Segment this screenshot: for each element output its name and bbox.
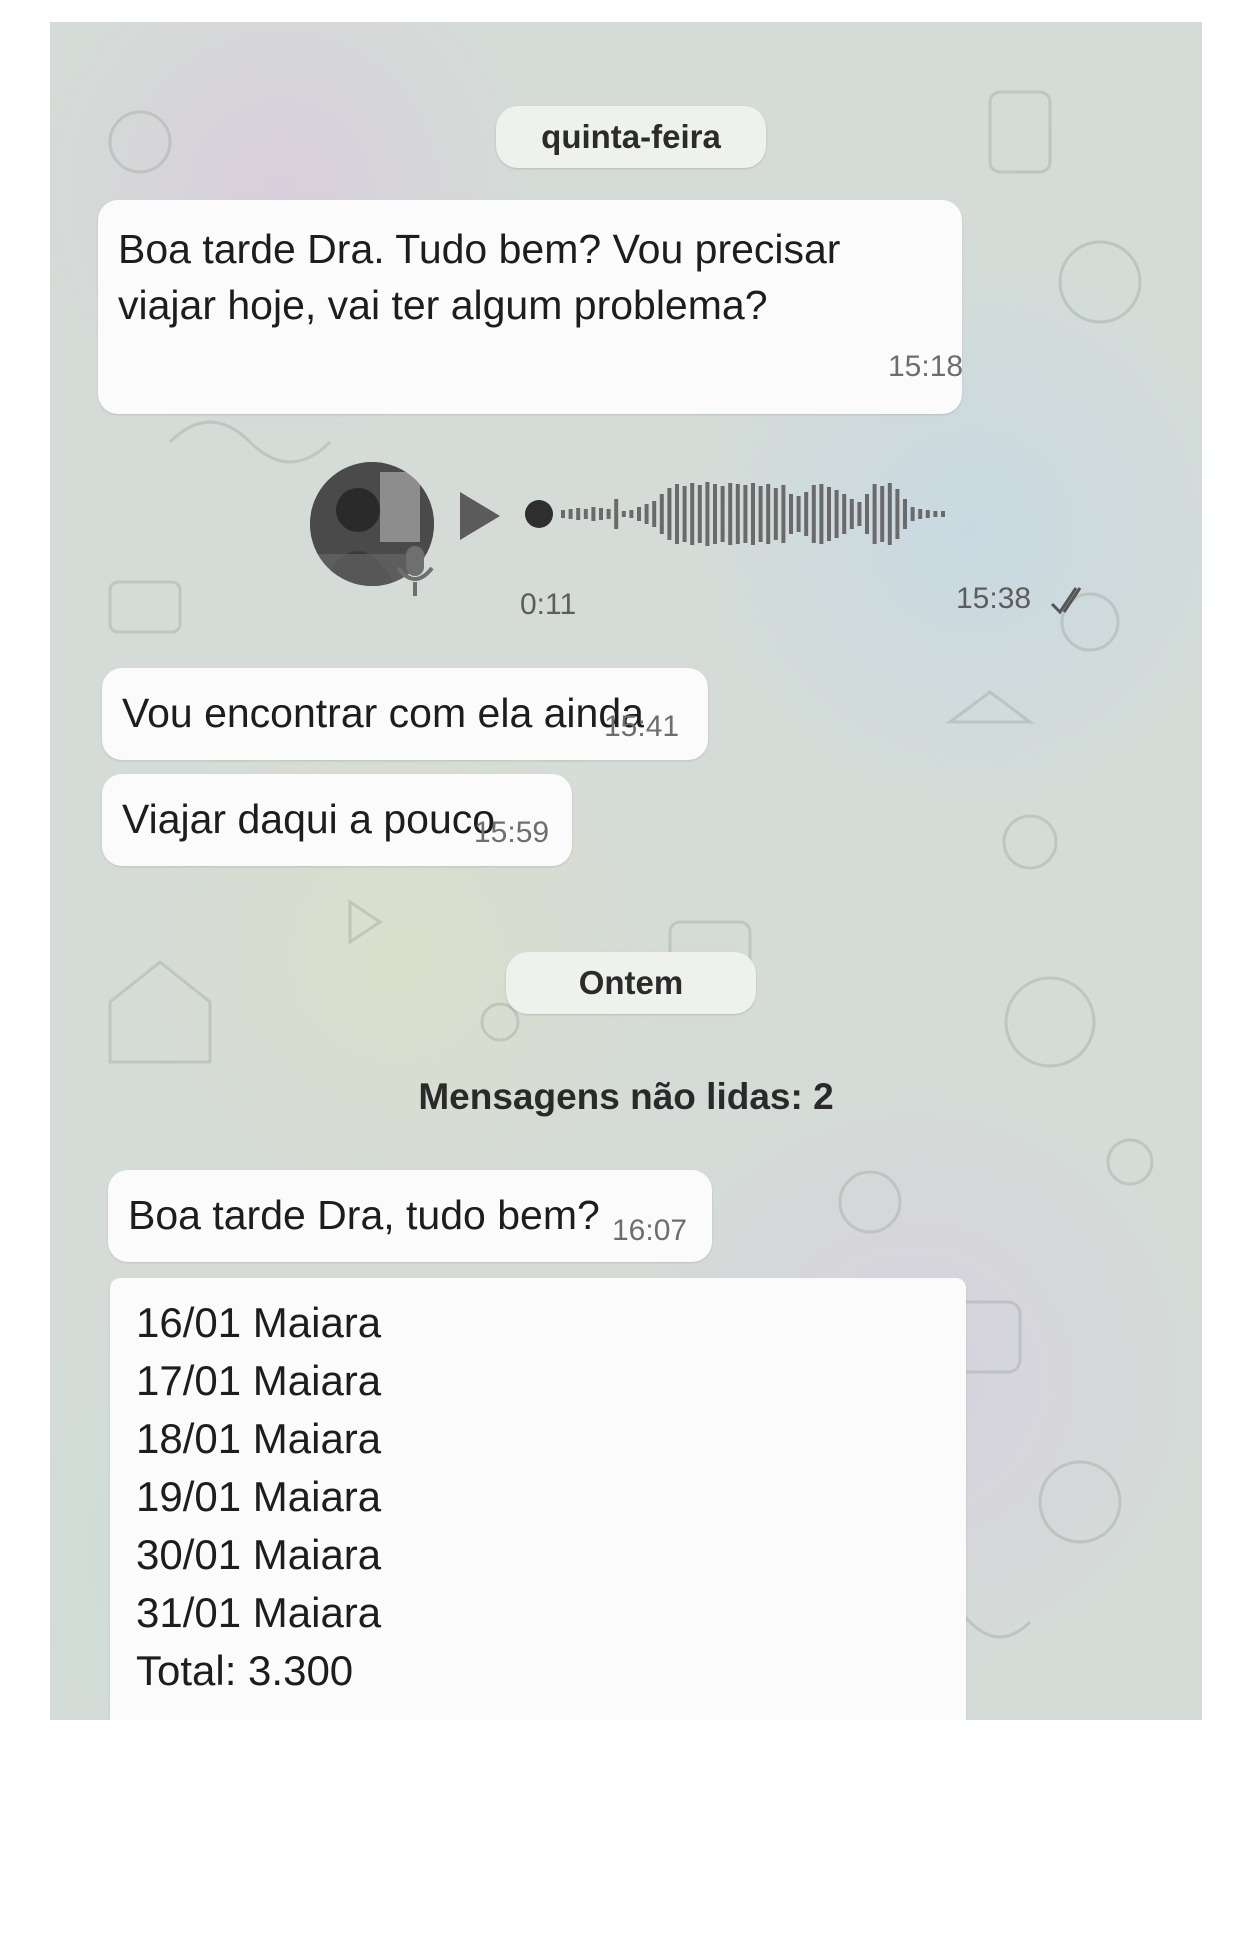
waveform-bar (842, 494, 847, 534)
waveform-bar (857, 502, 862, 526)
waveform-bar (637, 507, 641, 521)
waveform-bar (599, 508, 603, 520)
message-bubble[interactable]: Viajar daqui a pouco 15:59 (102, 774, 572, 866)
waveform-bar (933, 511, 938, 517)
message-bubble[interactable]: Vou encontrar com ela ainda 15:41 (102, 668, 708, 760)
message-bubble[interactable]: Boa tarde Dra, tudo bem? 16:07 (108, 1170, 712, 1262)
list-item: 17/01 Maiara (136, 1357, 382, 1404)
message-text: Boa tarde Dra. Tudo bem? Vou precisar (118, 226, 841, 272)
waveform-bar (667, 488, 672, 540)
message-time: 15:41 (604, 710, 680, 743)
waveform-bar (644, 504, 649, 524)
waveform-bar (614, 499, 619, 529)
waveform-bar (629, 510, 634, 518)
list-item: 18/01 Maiara (136, 1415, 382, 1462)
waveform-bar (796, 496, 801, 532)
message-text: viajar hoje, vai ter algum problema? (118, 282, 768, 328)
message-time: 15:38 (956, 582, 1032, 615)
message-text: Boa tarde Dra, tudo bem? (128, 1192, 600, 1238)
waveform-bar (811, 485, 816, 543)
waveform-bar (834, 490, 839, 538)
waveform-bar (849, 499, 854, 529)
waveform-bar (781, 485, 786, 543)
waveform-bar (910, 507, 915, 521)
waveform-bar (675, 484, 679, 544)
date-separator: quinta-feira (496, 106, 766, 168)
waveform-bar (591, 507, 596, 521)
message-text: Vou encontrar com ela ainda (122, 690, 644, 736)
waveform-bar (865, 494, 869, 534)
waveform-bar (659, 494, 664, 534)
waveform-bar (827, 487, 831, 541)
date-separator: Ontem (506, 952, 756, 1014)
double-check-icon (1050, 587, 1082, 615)
waveform-bar (773, 488, 778, 540)
waveform-bar (728, 483, 733, 545)
play-icon[interactable] (460, 492, 500, 540)
waveform-bar (895, 489, 900, 539)
waveform-bar (697, 485, 702, 543)
waveform-bar (872, 484, 877, 544)
waveform-bar (789, 494, 793, 534)
list-item: Total: 3.300 (136, 1647, 354, 1694)
list-item: 30/01 Maiara (136, 1531, 382, 1578)
waveform-bar (713, 484, 717, 544)
waveform-bar (720, 486, 725, 542)
waveform-bar (903, 499, 907, 529)
waveform-bar (705, 482, 710, 546)
waveform-bar (690, 483, 695, 545)
voice-message[interactable]: 0:11 15:38 (310, 462, 1190, 642)
waveform-bar (941, 511, 945, 517)
waveform-bar (568, 509, 573, 519)
waveform-bar (880, 486, 885, 542)
waveform-bar (887, 483, 892, 545)
chat-area[interactable]: quinta-feira Boa tarde Dra. Tudo bem? Vo… (50, 22, 1202, 1720)
message-bubble[interactable]: Boa tarde Dra. Tudo bem? Vou precisar vi… (98, 200, 964, 414)
message-time: 16:07 (612, 1214, 688, 1247)
message-text: Viajar daqui a pouco (122, 796, 496, 842)
waveform-bar (583, 509, 588, 519)
waveform-bar (621, 511, 626, 517)
message-time: 15:59 (474, 816, 550, 849)
list-item: 19/01 Maiara (136, 1473, 382, 1520)
list-item: 16/01 Maiara (136, 1299, 382, 1346)
waveform-bar (652, 501, 657, 527)
message-time: 15:18 (888, 350, 964, 383)
waveform-bar (606, 509, 611, 519)
waveform-bar (735, 484, 740, 544)
voice-duration: 0:11 (520, 588, 577, 621)
waveform-bar (576, 508, 581, 520)
waveform-bar (918, 509, 923, 519)
waveform-bar (758, 486, 763, 542)
list-item: 31/01 Maiara (136, 1589, 382, 1636)
unread-messages-banner: Mensagens não lidas: 2 (418, 1076, 834, 1117)
waveform-bar (682, 486, 687, 542)
microphone-icon (396, 546, 434, 596)
waveform-bar (804, 492, 809, 536)
audio-waveform[interactable] (525, 470, 965, 560)
waveform-bar (766, 484, 771, 544)
waveform-bar (819, 484, 824, 544)
waveform-bar (561, 510, 565, 518)
waveform-bar (925, 510, 930, 518)
waveform-bar (743, 485, 748, 543)
waveform-bar (751, 483, 755, 545)
